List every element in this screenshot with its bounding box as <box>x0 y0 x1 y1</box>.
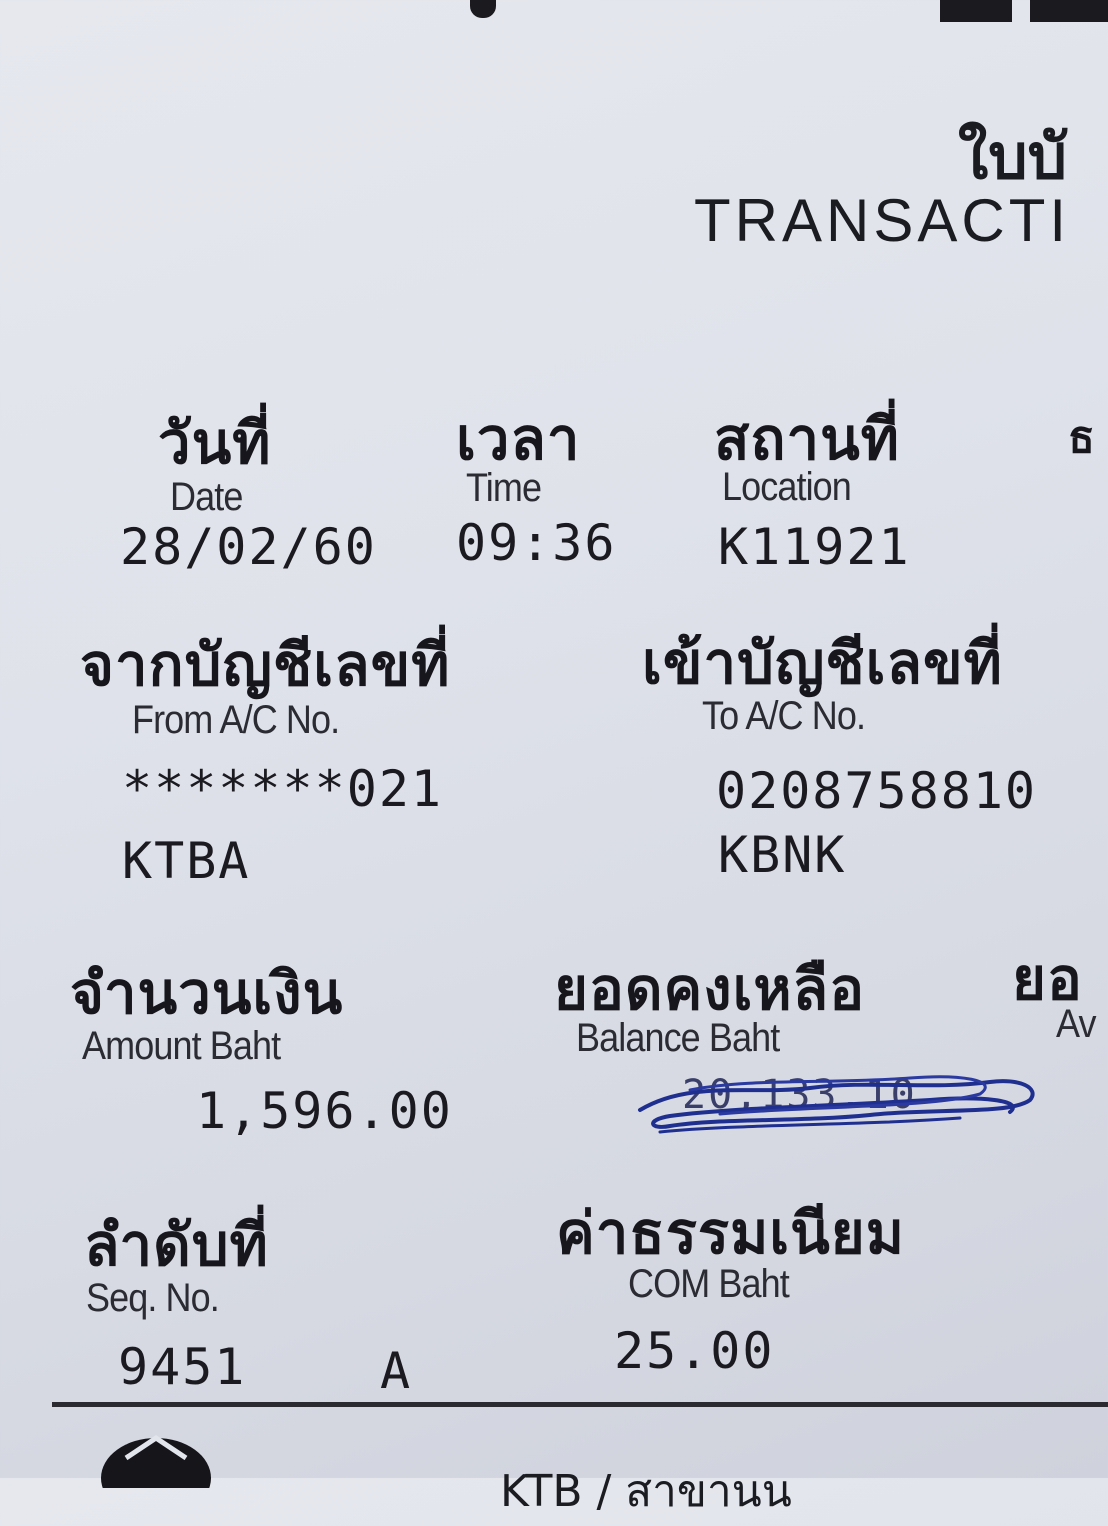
sequence-label-en: Seq. No. <box>86 1276 220 1320</box>
footer-text: KTB / สาขานน <box>500 1466 792 1517</box>
to-account-number: 0208758810 <box>716 762 1038 820</box>
to-account-bank: KBNK <box>718 826 847 884</box>
balance-label-en: Balance Baht <box>576 1016 780 1060</box>
sequence-value: 9451 <box>118 1338 247 1396</box>
commission-value: 25.00 <box>614 1322 775 1380</box>
top-mark-left <box>470 0 496 18</box>
commission-label-en: COM Baht <box>628 1262 790 1306</box>
from-account-label-en: From A/C No. <box>132 698 340 742</box>
to-account-label-en: To A/C No. <box>702 694 866 738</box>
from-account-number: *******021 <box>122 760 444 818</box>
edge-char-label: ธ <box>1068 412 1096 463</box>
header-title-en: TRANSACTI <box>694 187 1071 254</box>
pen-scribble-over-balance <box>638 1075 1035 1134</box>
location-label-en: Location <box>722 465 852 509</box>
top-mark-bar-2 <box>1030 0 1108 22</box>
time-label-en: Time <box>466 466 542 510</box>
date-label-en: Date <box>170 475 243 519</box>
location-value: K11921 <box>718 518 911 576</box>
top-mark-bar-1 <box>940 0 1012 22</box>
amount-value: 1,596.00 <box>196 1082 453 1140</box>
sequence-suffix: A <box>380 1342 413 1400</box>
time-value: 09:36 <box>456 514 617 572</box>
transaction-receipt: ใบบั TRANSACTI วันที่ Date 28/02/60 เวลา… <box>0 0 1108 1517</box>
footer-divider <box>52 1402 1108 1407</box>
available-label-en: Av <box>1056 1002 1096 1046</box>
date-value: 28/02/60 <box>120 518 377 576</box>
from-account-bank: KTBA <box>122 832 251 890</box>
amount-label-en: Amount Baht <box>82 1024 281 1068</box>
